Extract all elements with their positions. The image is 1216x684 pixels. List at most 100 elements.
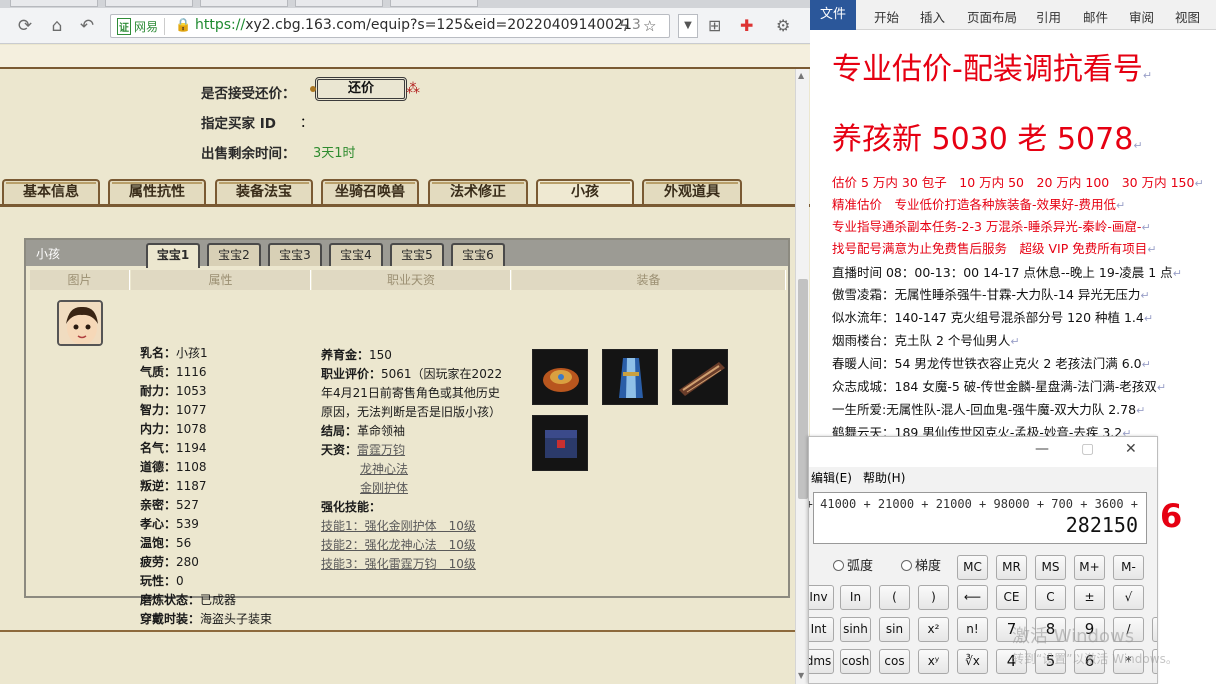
lightning-icon[interactable]: ϟ <box>619 17 629 35</box>
calc-key[interactable]: C <box>1035 585 1066 610</box>
calc-key[interactable]: Inv <box>809 585 834 610</box>
tab-basic-info[interactable]: 基本信息 <box>2 179 100 205</box>
tab-spell-mods[interactable]: 法术修正 <box>428 179 528 205</box>
tab-baby-1[interactable]: 宝宝1 <box>146 243 200 268</box>
calc-key[interactable]: ( <box>879 585 910 610</box>
calc-key[interactable]: Int <box>809 617 834 642</box>
child-avatar[interactable] <box>57 300 103 346</box>
ribbon-tab-mailings[interactable]: 邮件 <box>1083 7 1108 26</box>
radio-grad[interactable]: 梯度 <box>901 555 941 574</box>
calc-key[interactable]: n! <box>957 617 988 642</box>
address-bar[interactable]: 证网易 🔒 https://xy2.cbg.163.com/equip?s=12… <box>110 14 670 38</box>
wrench-icon[interactable]: ⚙ <box>776 16 790 35</box>
browser-tab-strip <box>0 0 810 8</box>
home-icon[interactable]: ⌂ <box>46 15 68 37</box>
scrollbar[interactable]: ▲ ▼ <box>795 69 809 684</box>
browser-tab[interactable] <box>295 0 383 7</box>
calc-key[interactable]: % <box>1152 617 1157 642</box>
browser-tab[interactable] <box>105 0 193 7</box>
url-text[interactable]: https://xy2.cbg.163.com/equip?s=125&eid=… <box>195 17 641 33</box>
tab-equipment[interactable]: 装备法宝 <box>215 179 313 205</box>
attribute-row: 穿戴时装：海盗头子装束 <box>140 612 273 626</box>
page-content: 是否接受还价： 还价 ⁂ 指定买家 ID ： 出售剩余时间： 3天1时 基本信息… <box>0 45 810 684</box>
calc-key[interactable]: MS <box>1035 555 1066 580</box>
back-icon[interactable]: ↶ <box>76 15 98 37</box>
tab-baby-5[interactable]: 宝宝5 <box>390 243 444 266</box>
calc-key[interactable]: cos <box>879 649 910 674</box>
gamepad-icon[interactable]: ✚ <box>740 16 753 35</box>
scroll-down-icon[interactable]: ▼ <box>798 671 804 680</box>
equip-slot-3[interactable] <box>672 349 728 405</box>
ribbon-tab-layout[interactable]: 页面布局 <box>967 7 1017 26</box>
paragraph-mark-icon: ↵ <box>1172 267 1182 280</box>
tab-baby-6[interactable]: 宝宝6 <box>451 243 505 266</box>
tab-baby-3[interactable]: 宝宝3 <box>268 243 322 266</box>
career-eval-line3: 原因，无法判断是否是旧版小孩） <box>321 405 502 419</box>
calc-key[interactable]: sin <box>879 617 910 642</box>
paragraph-mark-icon: ↵ <box>1143 312 1154 325</box>
ribbon-tab-view[interactable]: 视图 <box>1175 7 1200 26</box>
calc-key[interactable]: sinh <box>840 617 871 642</box>
talent-2[interactable]: 龙神心法 <box>360 460 408 477</box>
ribbon-tab-insert[interactable]: 插入 <box>920 7 945 26</box>
grid-icon[interactable]: ⊞ <box>708 16 721 35</box>
calc-key[interactable]: ± <box>1074 585 1105 610</box>
certificate-badge[interactable]: 证网易 <box>117 18 166 35</box>
star-icon[interactable]: ☆ <box>643 17 656 35</box>
calc-key[interactable]: M- <box>1113 555 1144 580</box>
calc-key[interactable]: ∛x <box>957 649 988 674</box>
calc-key[interactable]: CE <box>996 585 1027 610</box>
skill-3[interactable]: 技能3：强化雷霆万钧 10级 <box>321 555 476 572</box>
calc-key[interactable]: In <box>840 585 871 610</box>
browser-tab[interactable] <box>10 0 98 7</box>
calc-key[interactable]: M+ <box>1074 555 1105 580</box>
talent-3[interactable]: 金刚护体 <box>360 479 408 496</box>
tab-attributes[interactable]: 属性抗性 <box>108 179 206 205</box>
calc-key[interactable]: dms <box>809 649 834 674</box>
attribute-row: 亲密：527 <box>140 498 199 512</box>
browser-tab[interactable] <box>390 0 478 7</box>
scrollbar-thumb[interactable] <box>798 279 808 499</box>
close-icon[interactable]: ✕ <box>1125 441 1137 457</box>
tab-appearance[interactable]: 外观道具 <box>642 179 742 205</box>
ribbon-tab-references[interactable]: 引用 <box>1036 7 1061 26</box>
skills-label: 强化技能： <box>321 500 382 514</box>
minimize-icon[interactable]: — <box>1035 441 1049 457</box>
tab-baby-4[interactable]: 宝宝4 <box>329 243 383 266</box>
tab-mounts-pets[interactable]: 坐骑召唤兽 <box>321 179 419 205</box>
calc-key[interactable]: cosh <box>840 649 871 674</box>
url-tail: 3 <box>631 17 641 33</box>
skill-1[interactable]: 技能1：强化金刚护体 10级 <box>321 517 476 534</box>
panel-title: 小孩 <box>36 247 61 261</box>
refresh-icon[interactable]: ⟳ <box>14 15 36 37</box>
equip-slot-1[interactable] <box>532 349 588 405</box>
scroll-up-icon[interactable]: ▲ <box>798 71 804 80</box>
equip-slot-2[interactable] <box>602 349 658 405</box>
calc-key[interactable]: ⟵ <box>957 585 988 610</box>
tab-baby-2[interactable]: 宝宝2 <box>207 243 261 266</box>
calc-key[interactable]: x² <box>918 617 949 642</box>
tab-child[interactable]: 小孩 <box>536 179 634 207</box>
main-tab-bar: 基本信息 属性抗性 装备法宝 坐骑召唤兽 法术修正 小孩 外观道具 <box>0 179 810 207</box>
browser-tab[interactable] <box>200 0 288 7</box>
calc-key[interactable]: MR <box>996 555 1027 580</box>
col-attributes: 属性 <box>131 270 311 290</box>
chevron-down-icon[interactable]: ▼ <box>678 14 698 38</box>
menu-edit[interactable]: 编辑(E) <box>811 469 852 486</box>
ribbon-tab-review[interactable]: 审阅 <box>1129 7 1154 26</box>
ribbon-tab-file[interactable]: 文件 <box>810 0 856 30</box>
calc-key[interactable]: xʸ <box>918 649 949 674</box>
equip-slot-4[interactable] <box>532 415 588 471</box>
counter-offer-button[interactable]: 还价 <box>310 77 407 101</box>
ribbon-tab-home[interactable]: 开始 <box>874 7 899 26</box>
calculator-titlebar[interactable]: — ▢ ✕ <box>809 437 1157 467</box>
career-eval-line2: 年4月21日前寄售角色或其他历史 <box>321 386 500 400</box>
calc-key[interactable]: MC <box>957 555 988 580</box>
radio-radian[interactable]: 弧度 <box>833 555 873 574</box>
doc-line: 春暖人间：54 男龙传世铁衣容止克火 2 老孩法门满 6.0↵ <box>832 356 1151 371</box>
skill-2[interactable]: 技能2：强化龙神心法 10级 <box>321 536 476 553</box>
calc-key[interactable]: ) <box>918 585 949 610</box>
url-path: xy2.cbg.163.com/equip?s=125&eid=20220409… <box>245 17 632 33</box>
calc-key[interactable]: √ <box>1113 585 1144 610</box>
menu-help[interactable]: 帮助(H) <box>863 469 905 486</box>
